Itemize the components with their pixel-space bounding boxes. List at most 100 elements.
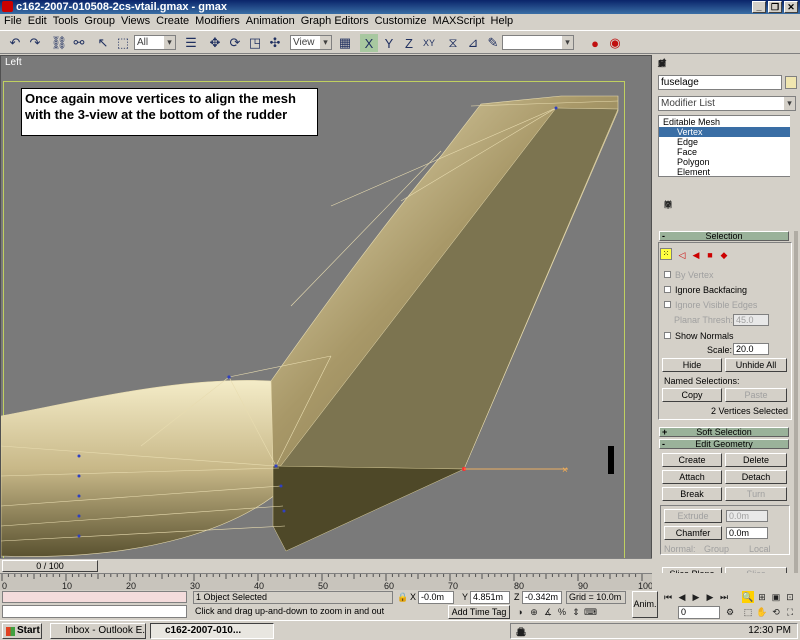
scale-icon[interactable]: ◳ — [246, 34, 264, 52]
goto-end-icon[interactable]: ⏭ — [718, 591, 730, 603]
stack-editable-mesh[interactable]: Editable Mesh — [663, 117, 720, 127]
menu-create[interactable]: Create — [156, 14, 195, 30]
planar-thresh-spinner[interactable]: 45.0 — [733, 314, 769, 326]
task-outlook[interactable]: Inbox - Outlook E... — [50, 623, 146, 639]
edit-geometry-rollout-header[interactable]: - Edit Geometry — [659, 439, 789, 449]
modifier-list-dropdown[interactable]: Modifier List — [658, 96, 796, 111]
menu-customize[interactable]: Customize — [375, 14, 433, 30]
angle-snap-icon[interactable]: ∡ — [542, 606, 554, 618]
pivot-icon[interactable]: ✣ — [266, 34, 284, 52]
ignore-visible-edges-checkbox[interactable] — [664, 301, 671, 308]
turn-button[interactable]: Turn — [725, 487, 787, 501]
arc-rotate-icon[interactable]: ⟲ — [770, 606, 782, 618]
start-button[interactable]: Start — [2, 623, 42, 639]
attach-button[interactable]: Attach — [662, 470, 722, 484]
menu-views[interactable]: Views — [121, 14, 156, 30]
lock-selection-icon[interactable]: 🔒 — [397, 591, 409, 603]
maxscript-listener-pink[interactable] — [2, 591, 187, 603]
zoom-extents-all-icon[interactable]: ⊡ — [784, 591, 796, 603]
maximize-viewport-icon[interactable]: ⛶ — [784, 606, 796, 618]
break-button[interactable]: Break — [662, 487, 722, 501]
goto-start-icon[interactable]: ⏮ — [662, 591, 674, 603]
y-coordinate[interactable]: 4.851m — [470, 591, 510, 604]
keyboard-shortcut-icon[interactable]: ⌨ — [584, 606, 597, 618]
unlink-icon[interactable]: ⚯ — [70, 34, 88, 52]
stack-vertex[interactable]: Vertex — [659, 127, 791, 137]
extrude-button[interactable]: Extrude — [664, 509, 722, 523]
element-mode-icon[interactable]: ◆ — [718, 249, 730, 261]
stack-scrollbar[interactable] — [790, 115, 798, 177]
region-zoom-icon[interactable]: ⬚ — [742, 606, 754, 618]
pan-icon[interactable]: ✋ — [756, 606, 768, 618]
gmax-app-icon[interactable] — [2, 1, 13, 12]
chamfer-button[interactable]: Chamfer — [664, 526, 722, 540]
menu-modifiers[interactable]: Modifiers — [195, 14, 246, 30]
material-editor-icon[interactable]: ● — [586, 34, 604, 52]
track-bar[interactable]: 0 10 20 30 40 50 60 70 80 90 100 — [0, 573, 653, 591]
region-select-icon[interactable]: ⬚ — [114, 34, 132, 52]
show-normals-checkbox[interactable] — [664, 332, 671, 339]
select-link-icon[interactable]: ⛓ — [50, 34, 68, 52]
create-button[interactable]: Create — [662, 453, 722, 467]
paste-button[interactable]: Paste — [725, 388, 787, 402]
menu-maxscript[interactable]: MAXScript — [433, 14, 491, 30]
add-time-tag-button[interactable]: Add Time Tag — [448, 605, 510, 619]
chamfer-spinner[interactable]: 0.0m — [726, 527, 768, 539]
time-slider-track[interactable]: 0 / 100 — [0, 558, 652, 573]
ignore-backfacing-checkbox[interactable] — [664, 286, 671, 293]
percent-snap-icon[interactable]: % — [556, 606, 568, 618]
time-slider[interactable]: 0 / 100 — [2, 560, 98, 572]
reference-coord-dropdown[interactable]: View — [290, 35, 332, 50]
tray-update-icon[interactable]: ▲ — [515, 626, 527, 638]
by-vertex-checkbox[interactable] — [664, 271, 671, 278]
move-icon[interactable]: ✥ — [206, 34, 224, 52]
key-mode-icon[interactable]: ◑ — [514, 606, 526, 618]
zoom-extents-icon[interactable]: ▣ — [770, 591, 782, 603]
prev-frame-icon[interactable]: ◀ — [676, 591, 688, 603]
spinner-snap-icon[interactable]: ⇕ — [570, 606, 582, 618]
select-object-icon[interactable]: ↖ — [94, 34, 112, 52]
task-gmax[interactable]: c162-2007-010... — [150, 623, 274, 639]
soft-selection-rollout-header[interactable]: + Soft Selection — [659, 427, 789, 437]
object-color-swatch[interactable] — [785, 76, 797, 89]
axis-xy-icon[interactable]: XY — [420, 34, 438, 52]
select-by-name-icon[interactable]: ☰ — [182, 34, 200, 52]
align-icon[interactable]: ⊿ — [464, 34, 482, 52]
play-icon[interactable]: ▶ — [690, 591, 702, 603]
unhide-all-button[interactable]: Unhide All — [725, 358, 787, 372]
named-selection-icon[interactable]: ✎ — [484, 34, 502, 52]
local-radio[interactable]: Local — [749, 544, 771, 554]
stack-edge[interactable]: Edge — [677, 137, 698, 147]
axis-z-icon[interactable]: Z — [400, 34, 418, 52]
zoom-icon[interactable]: 🔍 — [742, 591, 754, 603]
menu-help[interactable]: Help — [491, 14, 520, 30]
x-coordinate[interactable]: -0.0m — [418, 591, 454, 604]
copy-button[interactable]: Copy — [662, 388, 722, 402]
pivot-center-icon[interactable]: ▦ — [336, 34, 354, 52]
extrude-spinner[interactable]: 0.0m — [726, 510, 768, 522]
minimize-button[interactable]: _ — [752, 1, 766, 13]
animate-button[interactable]: Anim. — [632, 591, 658, 618]
configure-modifier-sets-icon[interactable]: ▤ — [662, 198, 674, 210]
rotate-icon[interactable]: ⟳ — [226, 34, 244, 52]
object-name-field[interactable]: fuselage — [658, 75, 782, 90]
normals-scale-spinner[interactable]: 20.0 — [733, 343, 769, 355]
stack-element[interactable]: Element — [677, 167, 710, 177]
snap-icon[interactable]: ⊕ — [528, 606, 540, 618]
selection-rollout-header[interactable]: - Selection — [659, 231, 789, 241]
selection-filter-dropdown[interactable]: All — [134, 35, 176, 50]
utilities-tab-icon[interactable]: ⚒ — [656, 57, 668, 69]
time-config-icon[interactable]: ⚙ — [724, 606, 736, 618]
undo-icon[interactable]: ↶ — [6, 34, 24, 52]
menu-file[interactable]: File — [4, 14, 28, 30]
detach-button[interactable]: Detach — [725, 470, 787, 484]
menu-graph-editors[interactable]: Graph Editors — [301, 14, 375, 30]
menu-animation[interactable]: Animation — [246, 14, 301, 30]
menu-group[interactable]: Group — [84, 14, 121, 30]
delete-button[interactable]: Delete — [725, 453, 787, 467]
named-selection-dropdown[interactable] — [502, 35, 574, 50]
panel-scrollbar[interactable] — [794, 231, 798, 581]
axis-x-icon[interactable]: X — [360, 34, 378, 52]
menu-tools[interactable]: Tools — [53, 14, 85, 30]
stack-polygon[interactable]: Polygon — [677, 157, 710, 167]
